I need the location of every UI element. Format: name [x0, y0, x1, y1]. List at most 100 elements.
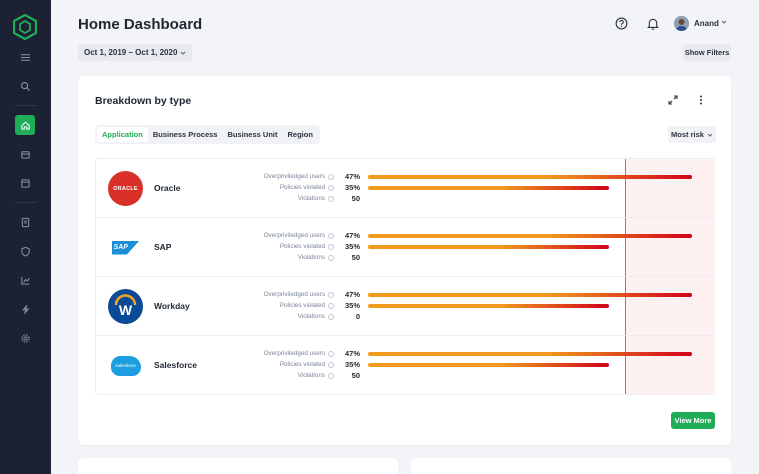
violations-label: Violations: [297, 195, 325, 202]
breakdown-tabs: Application Business Process Business Un…: [95, 125, 320, 144]
table-row[interactable]: W Workday Overpriviledged users Policies…: [96, 277, 714, 336]
avatar[interactable]: [674, 16, 689, 31]
info-icon[interactable]: [328, 302, 334, 309]
info-icon[interactable]: [328, 195, 334, 202]
overprivileged-value: 47%: [344, 172, 360, 181]
violations-label: Violations: [297, 254, 325, 261]
settings-icon[interactable]: [15, 328, 35, 348]
secondary-card: [411, 458, 731, 474]
policies-value: 35%: [344, 360, 360, 369]
tab-application[interactable]: Application: [97, 127, 148, 142]
oracle-logo-text: ORACLE: [113, 185, 138, 192]
shield-icon[interactable]: [15, 241, 35, 261]
plug-icon[interactable]: [15, 299, 35, 319]
sap-logo-text: SAP: [113, 244, 128, 251]
overprivileged-label: Overpriviledged users: [263, 232, 325, 239]
info-icon[interactable]: [328, 313, 334, 320]
box-icon[interactable]: [15, 144, 35, 164]
policies-value: 35%: [344, 242, 360, 251]
breakdown-card: Breakdown by type Application Business P…: [78, 76, 731, 445]
app-name: SAP: [154, 242, 172, 252]
help-icon[interactable]: [613, 15, 629, 31]
tab-region[interactable]: Region: [282, 127, 317, 142]
more-options-icon[interactable]: [694, 93, 708, 107]
window-icon[interactable]: [15, 173, 35, 193]
show-filters-button[interactable]: Show Filters: [683, 44, 731, 61]
policies-bar: [368, 186, 609, 190]
tab-business-unit[interactable]: Business Unit: [222, 127, 282, 142]
sort-label: Most risk: [671, 130, 704, 139]
violations-label: Violations: [297, 372, 325, 379]
metric-label: Policies violated: [216, 361, 334, 368]
overprivileged-bar: [368, 175, 692, 179]
overprivileged-value: 47%: [344, 349, 360, 358]
search-icon[interactable]: [15, 76, 35, 96]
info-icon[interactable]: [328, 184, 334, 191]
tab-business-process[interactable]: Business Process: [148, 127, 223, 142]
view-more-button[interactable]: View More: [671, 412, 715, 429]
overprivileged-bar: [368, 234, 692, 238]
app-logo-icon[interactable]: [13, 14, 37, 40]
table-row[interactable]: ORACLE Oracle Overpriviledged users Poli…: [96, 159, 714, 218]
overprivileged-bar: [368, 293, 692, 297]
date-range-label: Oct 1, 2019 – Oct 1, 2020: [84, 48, 178, 57]
policies-bar: [368, 245, 609, 249]
workday-logo-icon: W: [108, 289, 143, 324]
sort-dropdown[interactable]: Most risk: [668, 126, 716, 143]
info-icon[interactable]: [328, 243, 334, 250]
chart-icon[interactable]: [15, 270, 35, 290]
expand-icon[interactable]: [666, 93, 680, 107]
secondary-card: [78, 458, 398, 474]
table-row[interactable]: salesforce Salesforce Overpriviledged us…: [96, 336, 714, 395]
user-name[interactable]: Anand: [694, 19, 719, 28]
violations-value: 0: [355, 312, 360, 321]
table-row[interactable]: SAP SAP Overpriviledged users Policies v…: [96, 218, 714, 277]
policies-label: Policies violated: [279, 243, 325, 250]
breakdown-table: ORACLE Oracle Overpriviledged users Poli…: [95, 158, 715, 395]
overprivileged-value: 47%: [344, 231, 360, 240]
metric-label: Overpriviledged users: [216, 291, 334, 298]
sap-logo-icon: SAP: [108, 230, 143, 265]
policies-label: Policies violated: [279, 361, 325, 368]
metric-label: Overpriviledged users: [216, 350, 334, 357]
info-icon[interactable]: [328, 361, 334, 368]
overprivileged-value: 47%: [344, 290, 360, 299]
violations-value: 50: [351, 253, 360, 262]
sidebar: [0, 0, 51, 474]
home-icon[interactable]: [15, 115, 35, 135]
page-title: Home Dashboard: [78, 16, 203, 33]
metric-label: Policies violated: [216, 184, 334, 191]
app-name: Oracle: [154, 183, 181, 193]
overprivileged-bar: [368, 352, 692, 356]
date-range-picker[interactable]: Oct 1, 2019 – Oct 1, 2020: [78, 44, 193, 61]
policies-value: 35%: [344, 183, 360, 192]
chevron-down-icon: [707, 133, 713, 137]
bell-icon[interactable]: [645, 15, 661, 31]
metric-label: Violations: [216, 372, 334, 379]
salesforce-logo-text: salesforce: [115, 363, 136, 368]
info-icon[interactable]: [328, 350, 334, 357]
policies-bar: [368, 304, 609, 308]
violations-value: 50: [351, 194, 360, 203]
info-icon[interactable]: [328, 232, 334, 239]
info-icon[interactable]: [328, 254, 334, 261]
metric-label: Violations: [216, 195, 334, 202]
salesforce-logo-icon: salesforce: [108, 348, 143, 383]
overprivileged-label: Overpriviledged users: [263, 350, 325, 357]
card-title: Breakdown by type: [95, 95, 192, 107]
info-icon[interactable]: [328, 372, 334, 379]
metric-label: Overpriviledged users: [216, 173, 334, 180]
info-icon[interactable]: [328, 291, 334, 298]
menu-icon[interactable]: [15, 47, 35, 67]
metric-label: Overpriviledged users: [216, 232, 334, 239]
metric-label: Violations: [216, 254, 334, 261]
oracle-logo-icon: ORACLE: [108, 171, 143, 206]
overprivileged-label: Overpriviledged users: [263, 291, 325, 298]
info-icon[interactable]: [328, 173, 334, 180]
metric-label: Policies violated: [216, 243, 334, 250]
policies-label: Policies violated: [279, 184, 325, 191]
policies-bar: [368, 363, 609, 367]
chevron-down-icon[interactable]: [721, 19, 727, 25]
app-name: Workday: [154, 301, 190, 311]
report-icon[interactable]: [15, 212, 35, 232]
